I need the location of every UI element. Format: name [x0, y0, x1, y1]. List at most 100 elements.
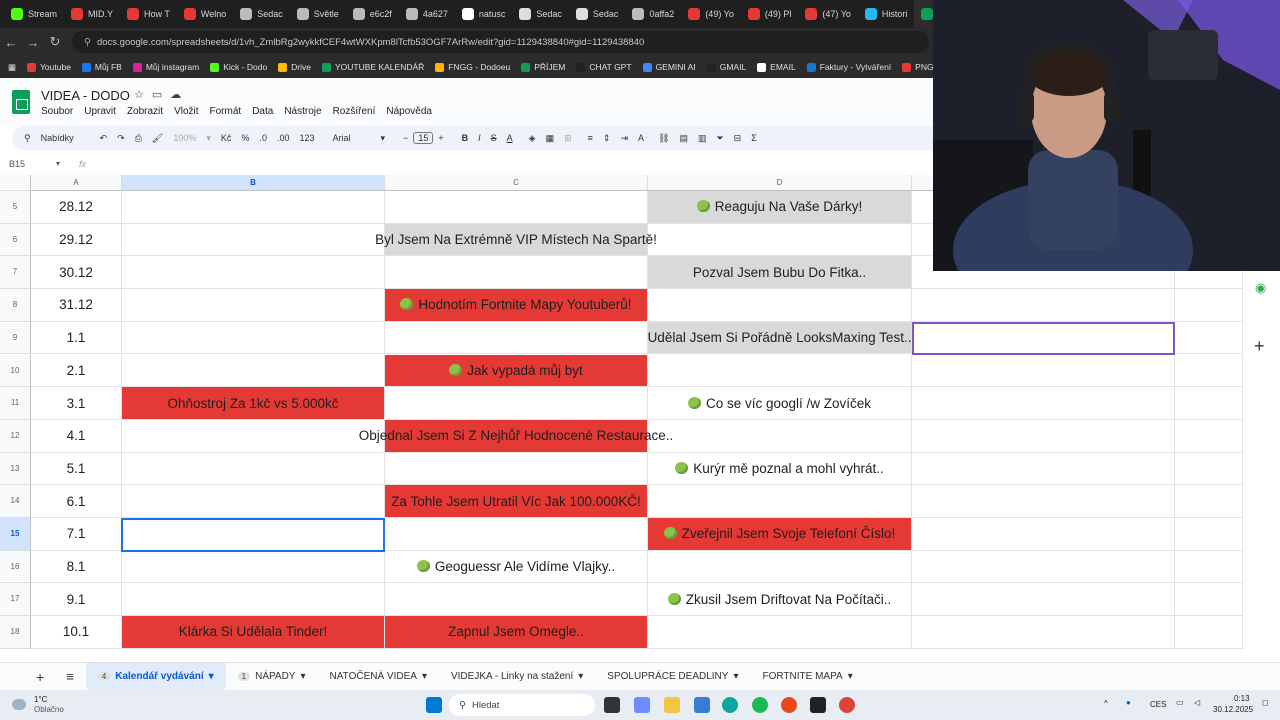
bookmark-item[interactable]: GEMINI AI — [642, 62, 696, 72]
url-field[interactable]: ⚲ docs.google.com/spreadsheets/d/1vh_Zml… — [72, 31, 929, 53]
browser-tab[interactable]: MID.Y — [64, 0, 120, 28]
cell-b12[interactable] — [122, 419, 385, 453]
cell-a18[interactable]: 10.1 — [31, 616, 122, 649]
cell-d15[interactable]: Zveřejnil Jsem Svoje Telefoní Číslo! — [648, 518, 912, 551]
row-header[interactable]: 7 — [0, 256, 31, 290]
task-view-icon[interactable] — [604, 697, 620, 713]
browser-tab[interactable]: (49) Pl — [741, 0, 799, 28]
sheet-tab-dropdown-icon[interactable]: ▾ — [422, 671, 427, 682]
windows-start-icon[interactable] — [426, 697, 442, 713]
font-dropdown-icon[interactable]: ▾ — [376, 133, 391, 144]
chrome-icon[interactable] — [839, 697, 855, 713]
zoom-select[interactable]: 100% — [168, 133, 201, 143]
column-header[interactable]: B — [122, 175, 385, 191]
formula-input[interactable] — [98, 158, 918, 172]
browser-tab[interactable]: Welno — [177, 0, 233, 28]
cell-c8[interactable]: Hodnotím Fortnite Mapy Youtuberů! — [385, 289, 648, 322]
menu-item[interactable]: Formát — [210, 106, 242, 117]
sheet-tab-dropdown-icon[interactable]: ▾ — [578, 671, 583, 682]
text-rotation-icon[interactable]: A — [633, 133, 649, 143]
cell-a17[interactable]: 9.1 — [31, 583, 122, 617]
apps-icon[interactable]: ▦ — [8, 62, 16, 73]
bookmark-item[interactable]: GMAIL — [706, 62, 746, 72]
cell-b18[interactable]: Klárka Si Udělala Tinder! — [122, 616, 385, 649]
cell-e12[interactable] — [912, 419, 1175, 453]
sheet-tab[interactable]: VIDEJKA - Linky na stažení ▾ — [439, 663, 595, 691]
cell-e17[interactable] — [912, 583, 1175, 617]
column-header[interactable]: C — [385, 175, 648, 191]
cell-a13[interactable]: 5.1 — [31, 452, 122, 486]
cell-a14[interactable]: 6.1 — [31, 485, 122, 518]
row-header[interactable]: 16 — [0, 550, 31, 584]
browser-tab[interactable]: Stream — [4, 0, 64, 28]
sheet-tab[interactable]: FORTNITE MAPA ▾ — [750, 663, 864, 691]
terminal-icon[interactable] — [810, 697, 826, 713]
tray-expand-icon[interactable]: ^ — [1104, 699, 1108, 708]
cell-e15[interactable] — [912, 518, 1175, 551]
cell-c14[interactable]: Za Tohle Jsem Utratil Víc Jak 100.000KČ! — [385, 485, 648, 518]
bookmark-item[interactable]: Youtube — [27, 62, 71, 72]
bookmark-item[interactable]: PNG — [902, 62, 933, 72]
sheet-tab[interactable]: 1 NÁPADY ▾ — [226, 663, 318, 691]
browser-tab[interactable]: natusc — [455, 0, 513, 28]
cell-b9[interactable] — [122, 321, 385, 355]
menu-item[interactable]: Upravit — [84, 106, 116, 117]
cell-b5[interactable] — [122, 191, 385, 224]
cell-f13[interactable] — [1175, 452, 1243, 486]
cell-c7[interactable] — [385, 256, 648, 290]
font-size-input[interactable]: 15 — [413, 132, 434, 144]
cell-c11[interactable] — [385, 387, 648, 420]
more-formats-button[interactable]: 123 — [294, 133, 319, 143]
cell-e10[interactable] — [912, 354, 1175, 388]
document-title[interactable]: VIDEA - DODO — [41, 88, 130, 103]
cell-d13[interactable]: Kurýr mě poznal a mohl vyhrát.. — [648, 452, 912, 486]
network-icon[interactable]: ▭ — [1176, 698, 1184, 707]
menu-search-icon[interactable]: ⚲ — [12, 133, 36, 144]
forward-icon[interactable]: → — [22, 35, 44, 50]
cell-b17[interactable] — [122, 583, 385, 617]
menu-item[interactable]: Nápověda — [386, 106, 432, 117]
site-info-icon[interactable]: ⚲ — [84, 37, 91, 48]
font-select[interactable]: Arial — [328, 133, 376, 143]
row-header[interactable]: 10 — [0, 354, 31, 388]
browser-tab[interactable]: 0affa2 — [625, 0, 681, 28]
cell-f18[interactable] — [1175, 616, 1243, 649]
copilot-icon[interactable] — [634, 697, 650, 713]
bookmark-item[interactable]: Kick - Dodo — [210, 62, 267, 72]
zoom-dropdown-icon[interactable]: ▾ — [201, 133, 216, 144]
cell-a9[interactable]: 1.1 — [31, 321, 122, 355]
text-wrap-icon[interactable]: ⇥ — [615, 133, 633, 144]
language-indicator[interactable]: CES — [1150, 700, 1166, 709]
cell-d17[interactable]: Zkusil Jsem Driftovat Na Počítači.. — [648, 583, 912, 617]
cell-d12[interactable] — [648, 419, 912, 453]
sheet-tab[interactable]: NATOČENÁ VIDEA ▾ — [318, 663, 439, 691]
increase-decimal-button[interactable]: .00 — [272, 133, 295, 143]
move-folder-icon[interactable]: ▭ — [152, 88, 162, 101]
menu-item[interactable]: Zobrazit — [127, 106, 163, 117]
cell-e11[interactable] — [912, 387, 1175, 420]
cell-e13[interactable] — [912, 452, 1175, 486]
cell-d8[interactable] — [648, 289, 912, 322]
cell-b16[interactable] — [122, 550, 385, 584]
sheet-tab-dropdown-icon[interactable]: ▾ — [733, 671, 738, 682]
cell-d6[interactable] — [648, 223, 912, 257]
row-header[interactable]: 5 — [0, 191, 31, 224]
browser-tab[interactable]: Světle — [290, 0, 346, 28]
cell-f8[interactable] — [1175, 289, 1243, 322]
cell-a11[interactable]: 3.1 — [31, 387, 122, 420]
bold-button[interactable]: B — [457, 133, 474, 143]
cell-d18[interactable] — [648, 616, 912, 649]
cell-f15[interactable] — [1175, 518, 1243, 551]
cell-f12[interactable] — [1175, 419, 1243, 453]
bookmark-item[interactable]: Můj FB — [81, 62, 122, 72]
browser-tab[interactable]: (47) Yo — [798, 0, 858, 28]
font-size-increase-button[interactable]: + — [433, 133, 448, 143]
menu-item[interactable]: Nástroje — [284, 106, 321, 117]
insert-chart-icon[interactable]: ▥ — [693, 133, 712, 144]
browser-tab[interactable]: 4a627 — [399, 0, 455, 28]
cell-c17[interactable] — [385, 583, 648, 617]
italic-button[interactable]: I — [473, 133, 486, 143]
clock-date[interactable]: 30.12.2025 — [1213, 705, 1253, 714]
menu-item[interactable]: Data — [252, 106, 273, 117]
horizontal-align-icon[interactable]: ≡ — [583, 133, 598, 143]
